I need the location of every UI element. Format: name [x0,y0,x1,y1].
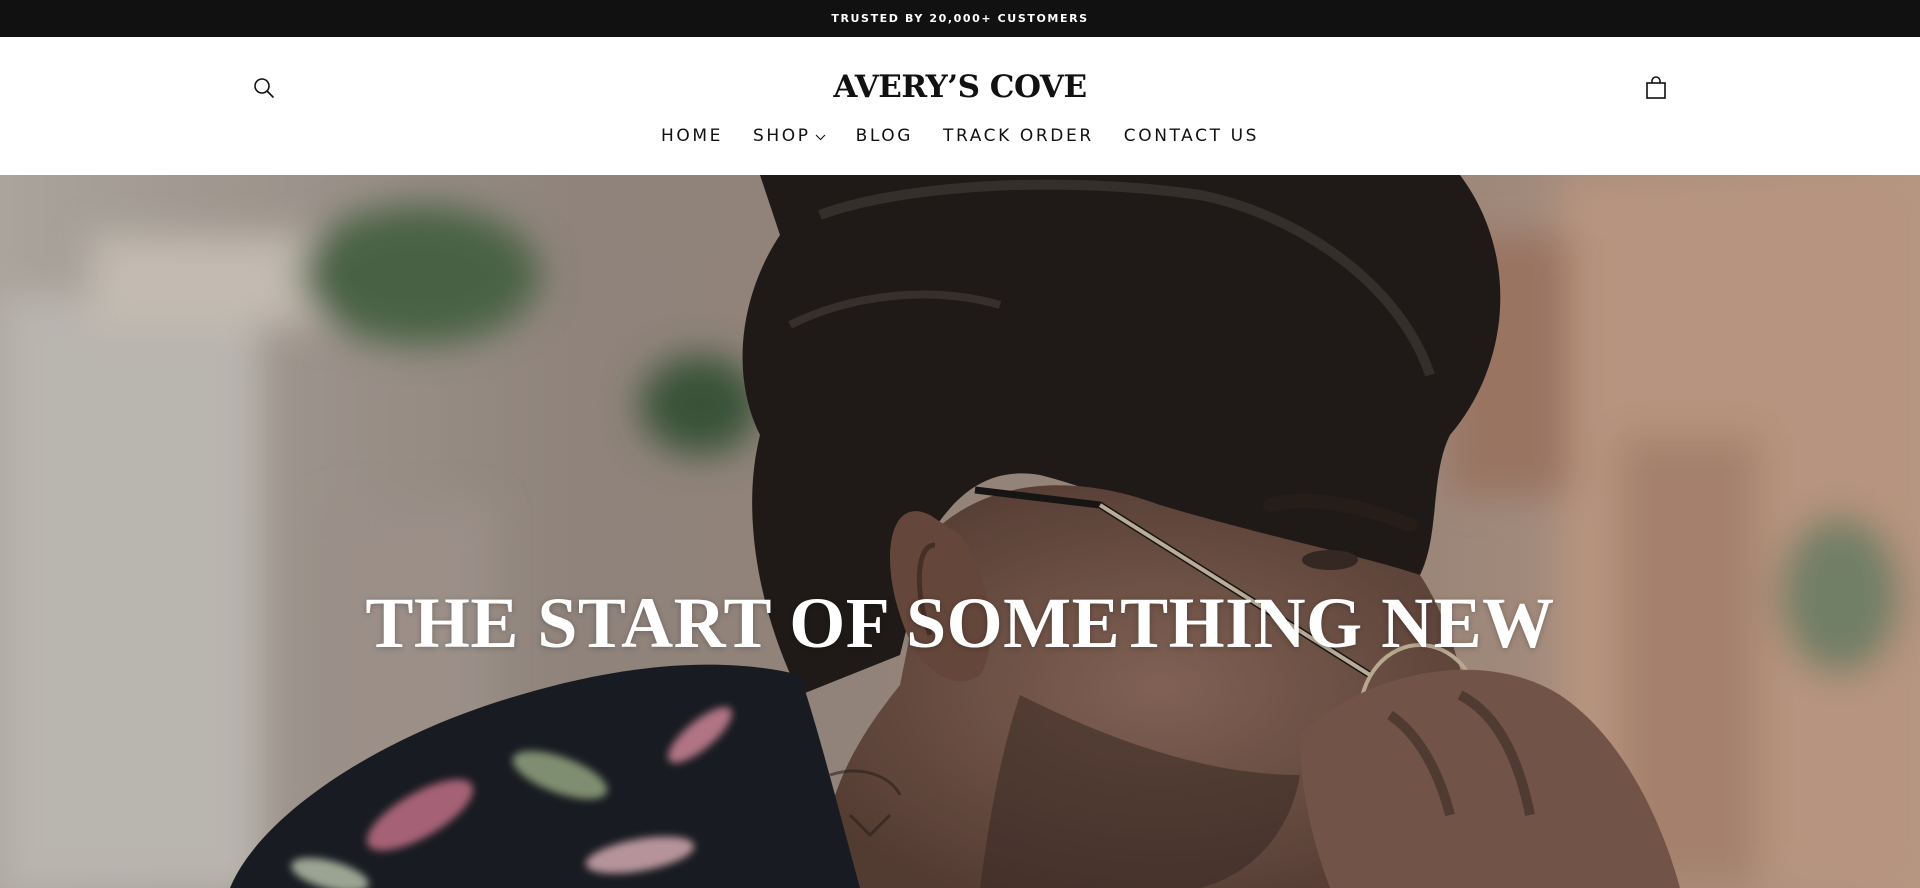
nav-item-label: SHOP [752,126,811,146]
announcement-text: TRUSTED BY 20,000+ CUSTOMERS [831,12,1089,25]
nav-item-home[interactable]: HOME [646,123,738,149]
logo-text: AVERY’S COVE [833,69,1087,105]
main-nav: HOME SHOP BLOG TRACK ORDER CONTACT US [0,123,1920,149]
nav-item-contact-us[interactable]: CONTACT US [1109,123,1274,149]
nav-item-label: CONTACT US [1123,126,1260,146]
shopping-bag-icon [1646,76,1666,99]
hero-banner[interactable]: THE START OF SOMETHING NEW [0,175,1920,888]
site-header: AVERY’S COVE HOME SHOP BLOG TRACK ORDER … [0,37,1920,175]
nav-item-label: HOME [660,126,723,146]
hero-title: THE START OF SOMETHING NEW [365,583,1555,663]
nav-item-shop[interactable]: SHOP [738,123,841,149]
nav-item-label: BLOG [855,126,914,146]
cart-button[interactable] [1640,72,1672,104]
nav-item-blog[interactable]: BLOG [841,123,928,149]
announcement-bar: TRUSTED BY 20,000+ CUSTOMERS [0,0,1920,37]
hero-image [0,175,1920,888]
chevron-down-icon [815,134,826,141]
site-logo[interactable]: AVERY’S COVE [0,67,1920,107]
nav-item-track-order[interactable]: TRACK ORDER [928,123,1109,149]
nav-item-label: TRACK ORDER [943,126,1094,146]
